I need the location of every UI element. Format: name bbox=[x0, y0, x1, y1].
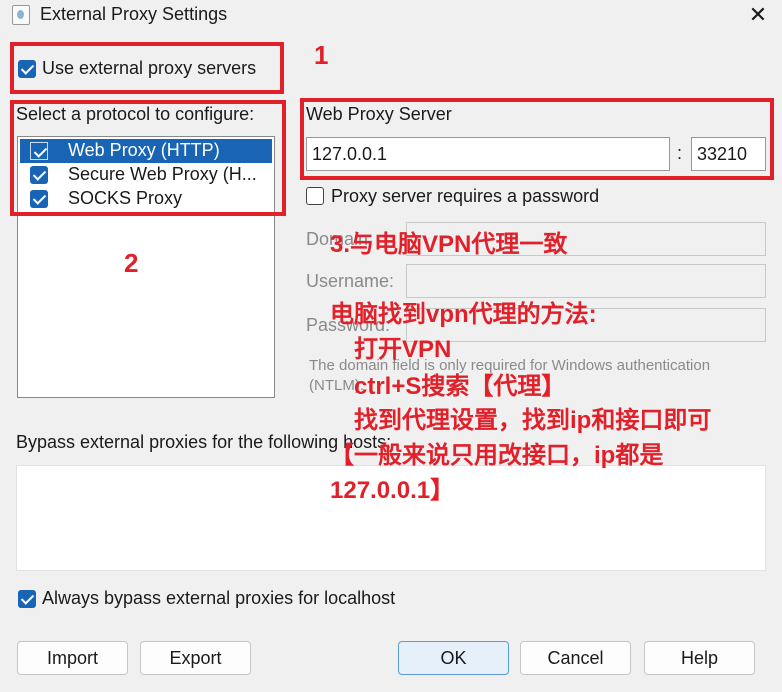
annotation-note-line: 电脑找到vpn代理的方法: bbox=[330, 301, 597, 328]
annotation-note-line: 【一般来说只用改接口，ip都是 bbox=[330, 442, 664, 469]
username-label: Username: bbox=[306, 271, 395, 291]
annotation-box-1 bbox=[10, 42, 284, 94]
annotation-note-line: 打开VPN bbox=[354, 336, 452, 363]
app-icon bbox=[12, 5, 30, 25]
annotation-note-line: ctrl+S搜索【代理】 bbox=[354, 373, 566, 400]
annotation-number-1: 1 bbox=[314, 40, 329, 70]
annotation-box-3 bbox=[300, 98, 774, 180]
annotation-note-line: 127.0.0.1】 bbox=[330, 477, 455, 504]
window-title: External Proxy Settings bbox=[40, 4, 228, 24]
username-input[interactable] bbox=[406, 264, 766, 298]
close-icon: ✕ bbox=[748, 2, 768, 27]
requires-password-label[interactable]: Proxy server requires a password bbox=[331, 186, 599, 207]
annotation-note-line: 找到代理设置，找到ip和接口即可 bbox=[354, 407, 712, 434]
annotation-box-2 bbox=[10, 100, 286, 216]
close-button[interactable]: ✕ bbox=[744, 1, 772, 29]
always-bypass-localhost-label[interactable]: Always bypass external proxies for local… bbox=[42, 588, 395, 609]
import-button[interactable]: Import bbox=[17, 641, 128, 675]
requires-password-checkbox[interactable] bbox=[306, 187, 324, 205]
export-button[interactable]: Export bbox=[140, 641, 251, 675]
annotation-number-2: 2 bbox=[124, 248, 139, 278]
ok-button[interactable]: OK bbox=[398, 641, 509, 675]
always-bypass-localhost-checkbox[interactable] bbox=[18, 590, 36, 608]
help-button[interactable]: Help bbox=[644, 641, 755, 675]
cancel-button[interactable]: Cancel bbox=[520, 641, 631, 675]
annotation-note-3: 3.与电脑VPN代理一致 bbox=[330, 231, 568, 258]
